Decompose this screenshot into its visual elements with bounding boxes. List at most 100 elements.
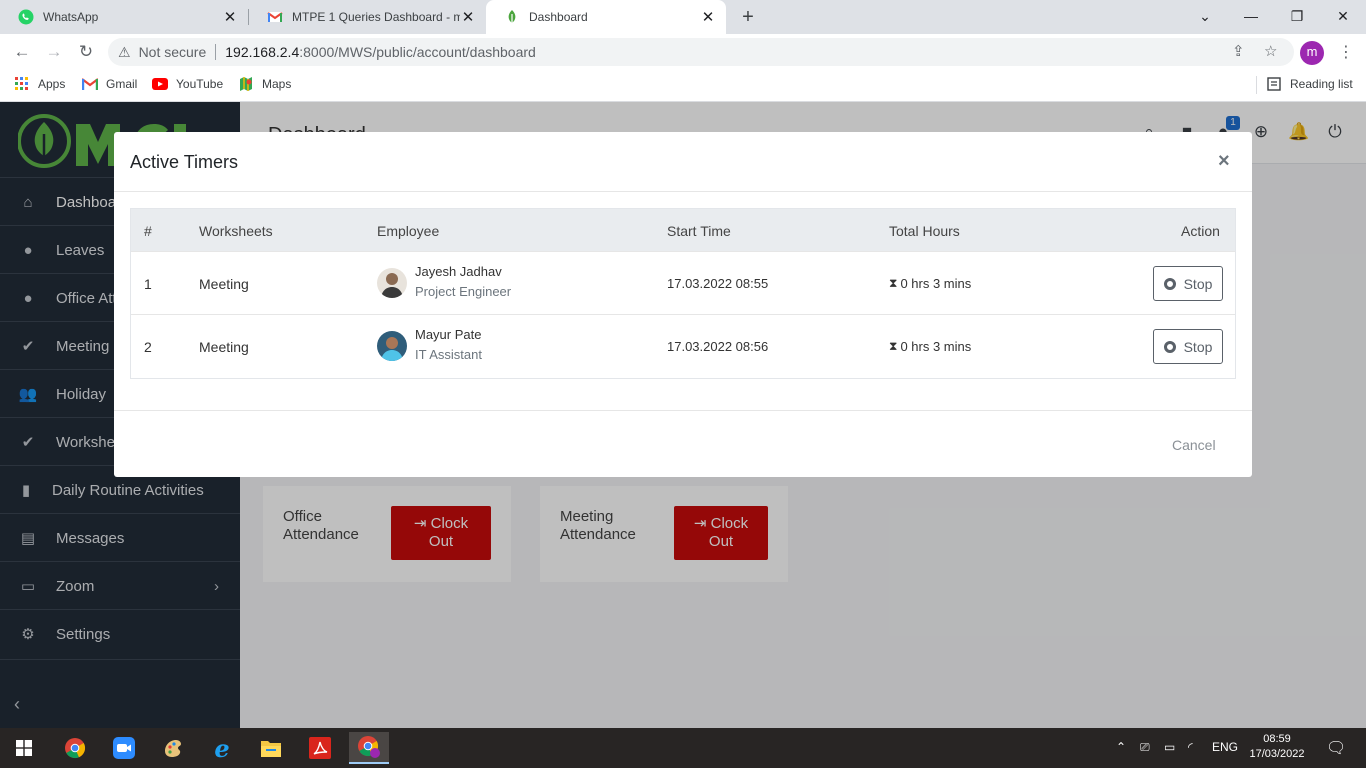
window-close-icon[interactable]: ✕ bbox=[1320, 0, 1366, 34]
tab-dashboard[interactable]: Dashboard ✕ bbox=[486, 0, 726, 34]
modal-header: Active Timers × bbox=[114, 132, 1252, 192]
url-path: :8000/MWS/public/account/dashboard bbox=[299, 44, 536, 60]
stop-timer-button[interactable]: Stop bbox=[1153, 266, 1223, 301]
avatar bbox=[377, 268, 407, 298]
internet-explorer-icon[interactable]: e bbox=[202, 732, 242, 764]
reading-list-button[interactable]: Reading list bbox=[1266, 70, 1353, 98]
windows-taskbar: e ⌃ ⎚ ▭ ◜ ENG 08:59 17/03/2022 🗨 bbox=[0, 728, 1366, 768]
tab-title: MTPE 1 Queries Dashboard - mtp bbox=[292, 10, 460, 24]
bookmark-apps[interactable]: Apps bbox=[14, 70, 65, 98]
file-explorer-icon[interactable] bbox=[251, 732, 291, 764]
url-host: 192.168.2.4 bbox=[225, 44, 300, 60]
taskbar-clock[interactable]: 08:59 17/03/2022 bbox=[1246, 732, 1308, 762]
row-worksheet: Meeting bbox=[199, 339, 249, 355]
tab-title: Dashboard bbox=[529, 10, 588, 24]
table-header: # Worksheets Employee Start Time Total H… bbox=[131, 209, 1235, 251]
cancel-button[interactable]: Cancel bbox=[1172, 437, 1216, 453]
tab-close-icon[interactable]: ✕ bbox=[222, 8, 238, 26]
bookmarks-bar: Apps Gmail YouTube Maps Reading list bbox=[0, 70, 1366, 102]
reading-list-label: Reading list bbox=[1290, 77, 1353, 91]
employee-role: IT Assistant bbox=[415, 347, 482, 362]
maps-icon bbox=[238, 76, 254, 92]
chrome-active-icon[interactable] bbox=[349, 732, 389, 764]
close-icon[interactable]: × bbox=[1218, 150, 1230, 173]
bookmark-label: Maps bbox=[262, 77, 292, 91]
total-hours: ⧗ 0 hrs 3 mins bbox=[889, 276, 971, 291]
clock-time: 08:59 bbox=[1263, 733, 1291, 745]
column-header: Action bbox=[1181, 223, 1220, 239]
forward-icon[interactable]: → bbox=[42, 40, 66, 64]
gmail-icon bbox=[82, 76, 98, 92]
avatar bbox=[377, 331, 407, 361]
share-icon[interactable]: ⇪ bbox=[1232, 38, 1245, 66]
clock-date: 17/03/2022 bbox=[1249, 748, 1305, 760]
employee-name: Jayesh Jadhav bbox=[415, 264, 502, 279]
restore-icon[interactable]: ❐ bbox=[1274, 0, 1320, 34]
browser-menu-icon[interactable]: ⋮ bbox=[1338, 41, 1354, 65]
whatsapp-icon bbox=[18, 9, 34, 25]
table-row: 1 Meeting Jayesh Jadhav Project Engineer… bbox=[131, 251, 1235, 315]
tab-search-icon[interactable]: ⌄ bbox=[1182, 0, 1228, 34]
not-secure-label: Not secure bbox=[138, 44, 207, 60]
battery-icon[interactable]: ▭ bbox=[1164, 740, 1175, 754]
row-index: 1 bbox=[144, 276, 152, 292]
tab-title: WhatsApp bbox=[43, 10, 99, 24]
total-hours: ⧗ 0 hrs 3 mins bbox=[889, 339, 971, 354]
language-indicator[interactable]: ENG bbox=[1212, 740, 1238, 754]
column-header: Worksheets bbox=[199, 223, 273, 239]
bookmark-label: Apps bbox=[38, 77, 66, 91]
windows-start-icon[interactable] bbox=[4, 732, 44, 764]
browser-tab-strip: WhatsApp ✕ MTPE 1 Queries Dashboard - mt… bbox=[0, 0, 1366, 34]
bookmark-star-icon[interactable]: ☆ bbox=[1264, 38, 1277, 66]
column-header: # bbox=[144, 223, 152, 239]
minimize-icon[interactable]: — bbox=[1228, 0, 1274, 34]
notifications-icon[interactable]: 🗨 bbox=[1326, 738, 1346, 758]
column-header: Start Time bbox=[667, 223, 731, 239]
gmail-icon bbox=[267, 12, 283, 22]
stop-timer-button[interactable]: Stop bbox=[1153, 329, 1223, 364]
employee-name: Mayur Pate bbox=[415, 327, 482, 342]
address-bar[interactable]: ⚠ Not secure 192.168.2.4:8000/MWS/public… bbox=[108, 38, 1294, 66]
divider bbox=[215, 44, 217, 60]
start-time: 17.03.2022 08:55 bbox=[667, 276, 769, 291]
divider bbox=[114, 410, 1252, 411]
divider bbox=[1256, 76, 1257, 94]
acrobat-icon[interactable] bbox=[300, 732, 340, 764]
chevron-up-icon[interactable]: ⌃ bbox=[1116, 740, 1126, 754]
row-index: 2 bbox=[144, 339, 152, 355]
youtube-icon bbox=[152, 76, 168, 92]
tab-mtpe-queries[interactable]: MTPE 1 Queries Dashboard - mtp ✕ bbox=[249, 0, 486, 34]
reload-icon[interactable]: ↻ bbox=[74, 40, 98, 64]
reading-list-icon bbox=[1266, 76, 1282, 92]
stop-label: Stop bbox=[1183, 275, 1213, 292]
bookmark-label: YouTube bbox=[176, 77, 224, 91]
bookmark-maps[interactable]: Maps bbox=[238, 70, 291, 98]
active-timers-table: # Worksheets Employee Start Time Total H… bbox=[130, 208, 1236, 379]
start-time: 17.03.2022 08:56 bbox=[667, 339, 769, 354]
leaf-logo-icon bbox=[508, 10, 516, 23]
back-icon[interactable]: ← bbox=[10, 40, 34, 64]
bookmark-youtube[interactable]: YouTube bbox=[152, 70, 223, 98]
column-header: Employee bbox=[377, 223, 440, 239]
profile-avatar[interactable]: m bbox=[1300, 41, 1324, 65]
row-worksheet: Meeting bbox=[199, 276, 249, 292]
apps-grid-icon bbox=[14, 76, 30, 92]
modal-title: Active Timers bbox=[130, 152, 239, 172]
warning-icon: ⚠ bbox=[118, 43, 131, 60]
table-row: 2 Meeting Mayur Pate IT Assistant 17.03.… bbox=[131, 314, 1235, 378]
tab-close-icon[interactable]: ✕ bbox=[700, 8, 716, 26]
column-header: Total Hours bbox=[889, 223, 960, 239]
tab-close-icon[interactable]: ✕ bbox=[460, 8, 476, 26]
paint-app-icon[interactable] bbox=[153, 732, 193, 764]
employee-role: Project Engineer bbox=[415, 284, 512, 299]
bookmark-gmail[interactable]: Gmail bbox=[82, 70, 137, 98]
new-tab-button[interactable]: + bbox=[738, 5, 758, 29]
zoom-app-icon[interactable] bbox=[104, 732, 144, 764]
chrome-icon[interactable] bbox=[55, 732, 95, 764]
hourglass-icon: ⧗ bbox=[889, 339, 898, 353]
stop-circle-icon bbox=[1163, 277, 1176, 290]
wifi-icon[interactable]: ◜ bbox=[1188, 740, 1193, 754]
tab-whatsapp[interactable]: WhatsApp ✕ bbox=[0, 0, 248, 34]
stop-label: Stop bbox=[1183, 338, 1213, 355]
device-icon[interactable]: ⎚ bbox=[1140, 740, 1150, 755]
